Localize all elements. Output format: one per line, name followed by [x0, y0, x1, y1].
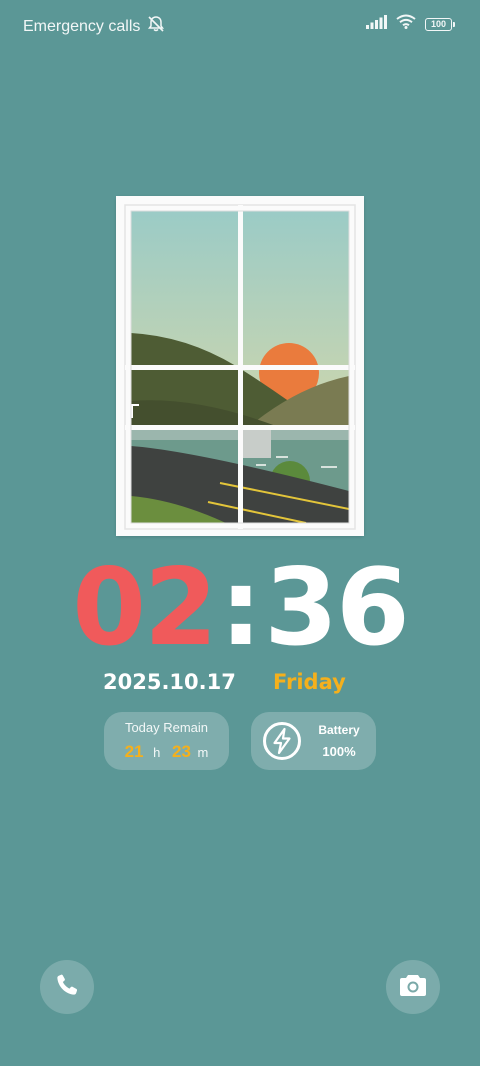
battery-widget-value: 100%: [322, 744, 356, 759]
today-remain-widget[interactable]: Today Remain 21 h 23 m: [104, 712, 229, 770]
today-remain-values: 21 h 23 m: [104, 742, 229, 762]
remain-minutes-unit: m: [197, 745, 209, 760]
signal-bars-icon: [366, 14, 387, 34]
today-remain-title: Today Remain: [124, 720, 209, 735]
battery-status-level: 100: [430, 19, 447, 29]
remain-hours-value: 21: [124, 742, 144, 761]
phone-shortcut-button[interactable]: [40, 960, 94, 1014]
weekday-text: Friday: [273, 670, 346, 694]
lightning-bolt-icon: [262, 721, 302, 761]
remain-hours-unit: h: [153, 745, 161, 760]
status-bar: Emergency calls 100: [0, 0, 480, 48]
phone-icon: [54, 972, 80, 1003]
bell-slash-icon: [146, 15, 166, 38]
battery-widget[interactable]: Battery 100%: [251, 712, 376, 770]
battery-widget-title: Battery: [318, 723, 360, 737]
emergency-calls-label: Emergency calls: [23, 17, 141, 35]
clock-hours: 02: [72, 546, 218, 669]
date-text: 2025.10.17: [103, 670, 236, 694]
status-right: 100: [366, 14, 455, 34]
camera-icon: [398, 972, 428, 1003]
clock-separator: :: [219, 546, 262, 669]
remain-minutes-value: 23: [172, 742, 191, 761]
date-row: 2025.10.17 Friday: [0, 670, 480, 700]
window-landscape-illustration: [116, 196, 364, 536]
clock-minutes: 36: [264, 546, 410, 669]
status-left: Emergency calls: [23, 15, 166, 38]
wifi-icon: [396, 14, 416, 34]
lockscreen-clock: 02 : 36: [0, 548, 480, 668]
battery-status-icon: 100: [425, 17, 455, 31]
camera-shortcut-button[interactable]: [386, 960, 440, 1014]
